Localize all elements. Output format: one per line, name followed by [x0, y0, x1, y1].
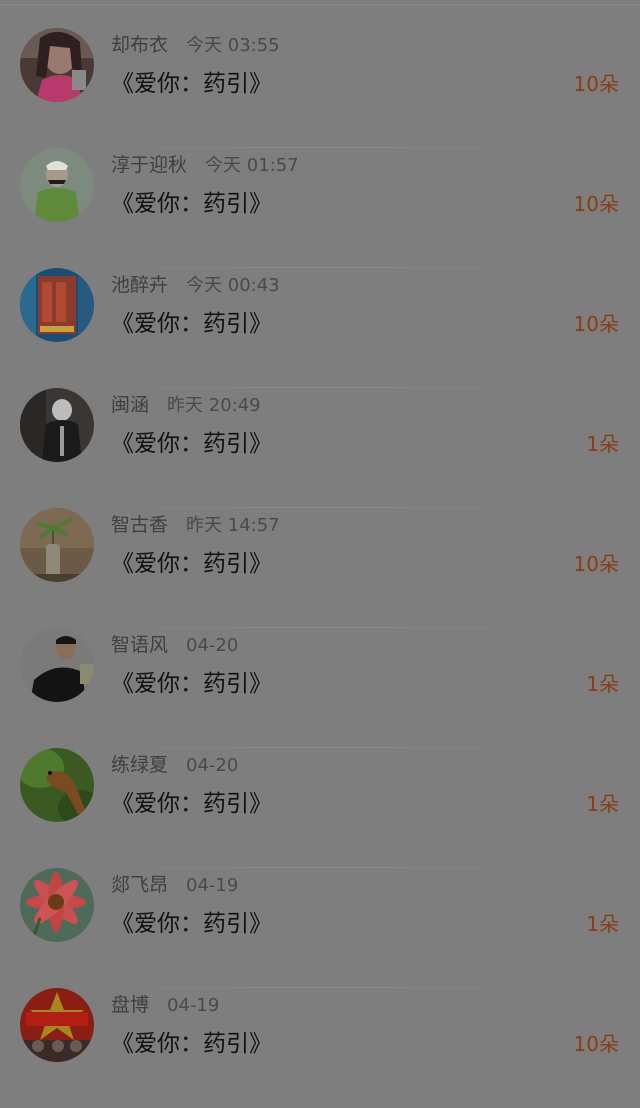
book-title: 《爱你：药引》: [111, 671, 272, 697]
timestamp: 昨天 14:57: [186, 515, 280, 536]
avatar[interactable]: [20, 148, 94, 222]
timestamp: 今天 00:43: [186, 275, 280, 296]
flower-count: 10朵: [573, 552, 619, 576]
avatar[interactable]: [20, 988, 94, 1062]
timestamp: 昨天 20:49: [167, 395, 261, 416]
list-item[interactable]: 池醉卉 今天 00:43 《爱你：药引》 10朵: [0, 268, 640, 388]
book-title: 《爱你：药引》: [111, 311, 272, 337]
book-title: 《爱你：药引》: [111, 191, 272, 217]
book-title: 《爱你：药引》: [111, 791, 272, 817]
gift-list: 却布衣 今天 03:55 《爱你：药引》 10朵 淳于迎秋 今天 01:57 《爱你…: [0, 0, 640, 1086]
timestamp: 04-20: [186, 635, 239, 656]
user-name: 闽涵 昨天 20:49: [111, 394, 261, 416]
flower-count: 1朵: [586, 792, 619, 816]
flower-count: 10朵: [573, 192, 619, 216]
book-title: 《爱你：药引》: [111, 551, 272, 577]
user-name: 却布衣 今天 03:55: [111, 34, 280, 56]
top-divider: [0, 4, 640, 6]
avatar[interactable]: [20, 388, 94, 462]
avatar[interactable]: [20, 268, 94, 342]
user-name: 智语风 04-20: [111, 634, 239, 656]
book-title: 《爱你：药引》: [111, 431, 272, 457]
flower-count: 1朵: [586, 912, 619, 936]
user-name: 练绿夏 04-20: [111, 754, 239, 776]
avatar[interactable]: [20, 28, 94, 102]
timestamp: 今天 03:55: [186, 35, 280, 56]
timestamp: 04-20: [186, 755, 239, 776]
avatar[interactable]: [20, 748, 94, 822]
list-item[interactable]: 盘博 04-19 《爱你：药引》 10朵: [0, 988, 640, 1108]
user-name: 智古香 昨天 14:57: [111, 514, 280, 536]
book-title: 《爱你：药引》: [111, 71, 272, 97]
list-item[interactable]: 郯飞昂 04-19 《爱你：药引》 1朵: [0, 868, 640, 988]
book-title: 《爱你：药引》: [111, 1031, 272, 1057]
list-item[interactable]: 练绿夏 04-20 《爱你：药引》 1朵: [0, 748, 640, 868]
avatar[interactable]: [20, 508, 94, 582]
book-title: 《爱你：药引》: [111, 911, 272, 937]
user-name: 池醉卉 今天 00:43: [111, 274, 280, 296]
list-item[interactable]: 智古香 昨天 14:57 《爱你：药引》 10朵: [0, 508, 640, 628]
timestamp: 04-19: [167, 995, 220, 1016]
flower-count: 10朵: [573, 1032, 619, 1056]
flower-count: 1朵: [586, 672, 619, 696]
list-item[interactable]: 闽涵 昨天 20:49 《爱你：药引》 1朵: [0, 388, 640, 508]
user-name: 盘博 04-19: [111, 994, 220, 1016]
timestamp: 今天 01:57: [205, 155, 299, 176]
user-name: 淳于迎秋 今天 01:57: [111, 154, 299, 176]
list-item[interactable]: 却布衣 今天 03:55 《爱你：药引》 10朵: [0, 28, 640, 148]
flower-count: 10朵: [573, 72, 619, 96]
flower-count: 10朵: [573, 312, 619, 336]
user-name: 郯飞昂 04-19: [111, 874, 239, 896]
avatar[interactable]: [20, 868, 94, 942]
list-item[interactable]: 淳于迎秋 今天 01:57 《爱你：药引》 10朵: [0, 148, 640, 268]
avatar[interactable]: [20, 628, 94, 702]
timestamp: 04-19: [186, 875, 239, 896]
list-item[interactable]: 智语风 04-20 《爱你：药引》 1朵: [0, 628, 640, 748]
flower-count: 1朵: [586, 432, 619, 456]
